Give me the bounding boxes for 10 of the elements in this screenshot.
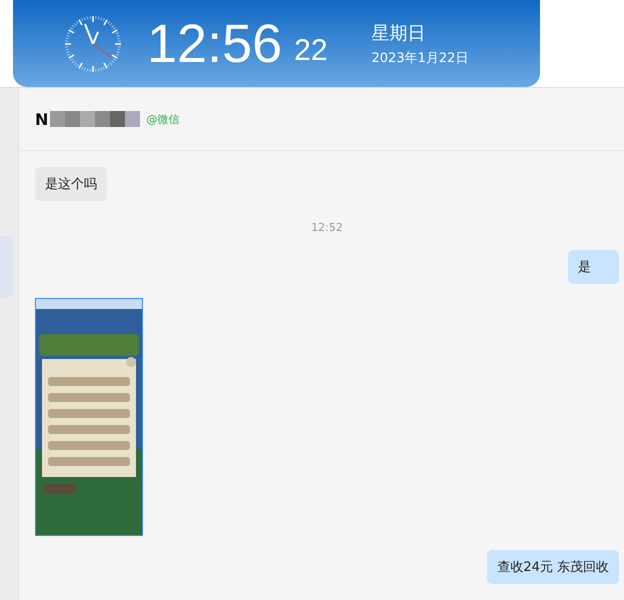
- clock-seconds: 22: [294, 34, 328, 68]
- message-time: 12:52: [311, 221, 343, 234]
- weekday: 星期日: [372, 22, 427, 44]
- contact-name: N: [35, 110, 48, 128]
- message-bubble: 是: [568, 250, 619, 284]
- date: 2023年1月22日: [372, 50, 468, 66]
- message-bubble: 是这个吗: [35, 167, 107, 201]
- contact-source: @微信: [146, 112, 180, 126]
- clock-time: 12:56: [147, 12, 282, 74]
- message-bubble: 查收24元 东茂回收: [487, 550, 619, 584]
